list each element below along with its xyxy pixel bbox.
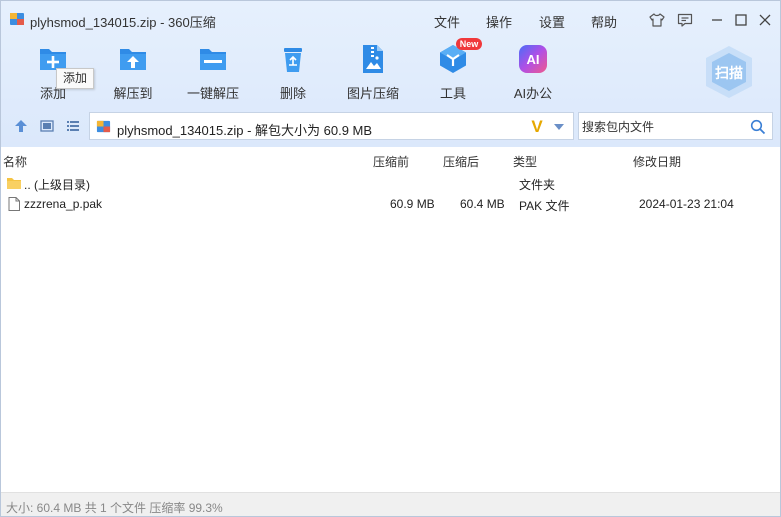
image-compress-label: 图片压缩 [346,86,399,101]
one-click-extract-button[interactable]: 一键解压 [173,43,253,101]
file-list: 名称 压缩前 压缩后 类型 修改日期 .. (上级目录) 文件夹 zzzrena… [1,147,780,492]
zip-archive-icon [96,120,111,133]
extract-to-button[interactable]: 解压到 [93,43,173,101]
column-type[interactable]: 类型 [513,153,537,170]
row-name: .. (上级目录) [24,178,90,192]
list-view-icon[interactable] [65,118,81,134]
tools-button[interactable]: 工具 [413,43,493,101]
row-type: 文件夹 [519,178,556,192]
menu-help[interactable]: 帮助 [591,12,617,31]
close-button[interactable] [756,11,774,29]
v-glyph: V [531,117,543,135]
row-name: zzzrena_p.pak [24,197,103,211]
status-text: 大小: 60.4 MB 共 1 个文件 压缩率 99.3% [6,501,223,515]
image-compress-icon [363,45,383,73]
up-arrow-icon[interactable] [13,118,29,134]
row-size-after: 60.4 MB [460,197,505,211]
file-icon [8,197,20,211]
folder-icon [7,178,21,189]
address-bar[interactable]: plyhsmod_134015.zip - 解包大小为 60.9 MB V [89,112,574,140]
column-modified[interactable]: 修改日期 [633,153,681,170]
skin-button[interactable] [648,11,666,29]
search-box [578,112,773,140]
delete-icon [284,48,302,72]
scan-label: 扫描 [715,65,743,81]
extract-to-label: 解压到 [113,86,153,101]
column-name[interactable]: 名称 [3,153,27,170]
dropdown-arrow-icon[interactable] [553,123,565,131]
close-icon [759,14,771,26]
extract-to-icon [120,49,146,70]
title-bar: plyhsmod_134015.zip - 360压缩 文件 操作 设置 帮助 [1,1,780,37]
column-size-after[interactable]: 压缩后 [443,153,479,170]
minimize-button[interactable] [708,11,726,29]
scan-button[interactable]: 扫描 [700,43,758,101]
table-row-parent[interactable]: .. (上级目录) 文件夹 [1,173,780,193]
address-path: plyhsmod_134015.zip - 解包大小为 60.9 MB [117,123,373,138]
one-click-extract-icon [200,49,226,70]
row-size-before: 60.9 MB [390,197,435,211]
delete-button[interactable]: 删除 [253,43,333,101]
one-click-extract-label: 一键解压 [186,86,239,101]
column-size-before[interactable]: 压缩前 [373,153,409,170]
minimize-icon [712,19,722,21]
shirt-icon [649,13,665,27]
table-row[interactable]: zzzrena_p.pak 60.9 MB 60.4 MB PAK 文件 202… [1,194,780,214]
ai-glyph: AI [527,52,540,67]
maximize-icon [735,14,747,26]
window-title: plyhsmod_134015.zip - 360压缩 [30,15,216,30]
ai-office-icon: AI [519,45,547,73]
new-badge: New [456,38,482,50]
zip-archive-icon [10,13,24,25]
thumbnail-view-icon[interactable] [39,118,55,134]
search-input[interactable] [582,118,742,136]
message-icon [677,13,693,27]
image-compress-button[interactable]: 图片压缩 [333,43,413,101]
v-badge-icon[interactable]: V [528,117,546,135]
tools-label: 工具 [439,86,466,101]
tooltip: 添加 [56,68,94,89]
row-type: PAK 文件 [519,199,570,213]
menu-file[interactable]: 文件 [434,12,460,31]
row-modified: 2024-01-23 21:04 [639,197,734,211]
top-panel: plyhsmod_134015.zip - 360压缩 文件 操作 设置 帮助 [1,1,780,147]
delete-label: 删除 [279,86,306,101]
ai-office-label: AI办公 [513,86,553,101]
app-window: plyhsmod_134015.zip - 360压缩 文件 操作 设置 帮助 [0,0,781,517]
feedback-button[interactable] [676,11,694,29]
search-icon[interactable] [750,119,766,135]
ai-office-button[interactable]: AI AI办公 [493,43,573,101]
status-bar: 大小: 60.4 MB 共 1 个文件 压缩率 99.3% [1,492,780,516]
menu-settings[interactable]: 设置 [539,12,565,31]
menu-operation[interactable]: 操作 [486,12,512,31]
maximize-button[interactable] [732,11,750,29]
